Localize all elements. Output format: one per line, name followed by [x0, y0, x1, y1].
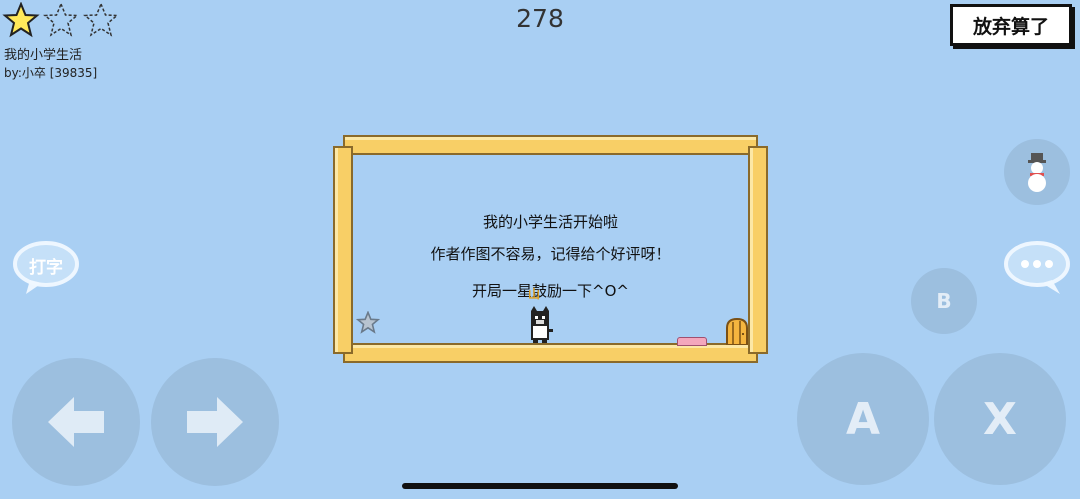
move-right-button[interactable] [151, 358, 279, 486]
frame-floor [343, 343, 758, 363]
x-button[interactable]: X [934, 353, 1066, 485]
exit-door-icon [725, 317, 749, 349]
frame-right-wall [748, 146, 768, 354]
give-up-button[interactable]: 放弃算了 [950, 4, 1072, 46]
score-counter: 278 [516, 4, 564, 33]
move-left-button[interactable] [12, 358, 140, 486]
arrow-left-icon [48, 397, 104, 447]
dialog-line-2: 作者作图不容易，记得给个好评呀！ [430, 245, 671, 263]
dialog-line-1: 我的小学生活开始啦 [482, 213, 618, 231]
message-bubble-icon[interactable] [1002, 240, 1072, 300]
dialog-line-3: 开局一星鼓励一下^O^ [472, 282, 629, 300]
level-name: 我的小学生活 [4, 48, 83, 63]
frame-left-wall [333, 146, 353, 354]
grey-star-icon [355, 310, 381, 338]
chat-button-label: 打字 [29, 257, 63, 278]
a-button[interactable]: A [797, 353, 929, 485]
home-indicator[interactable] [402, 483, 678, 489]
snowman-button[interactable] [1004, 139, 1070, 205]
level-author: by:小卒 [39835] [4, 66, 98, 80]
frame-top-bar [343, 135, 758, 155]
player-name-tag: 山 [528, 287, 541, 301]
player-cat [526, 305, 556, 345]
b-button[interactable]: B [911, 268, 977, 334]
snowman-icon [1028, 153, 1046, 192]
chat-button[interactable]: 打字 [12, 240, 80, 296]
floor-switch [677, 337, 707, 346]
arrow-right-icon [187, 397, 243, 447]
